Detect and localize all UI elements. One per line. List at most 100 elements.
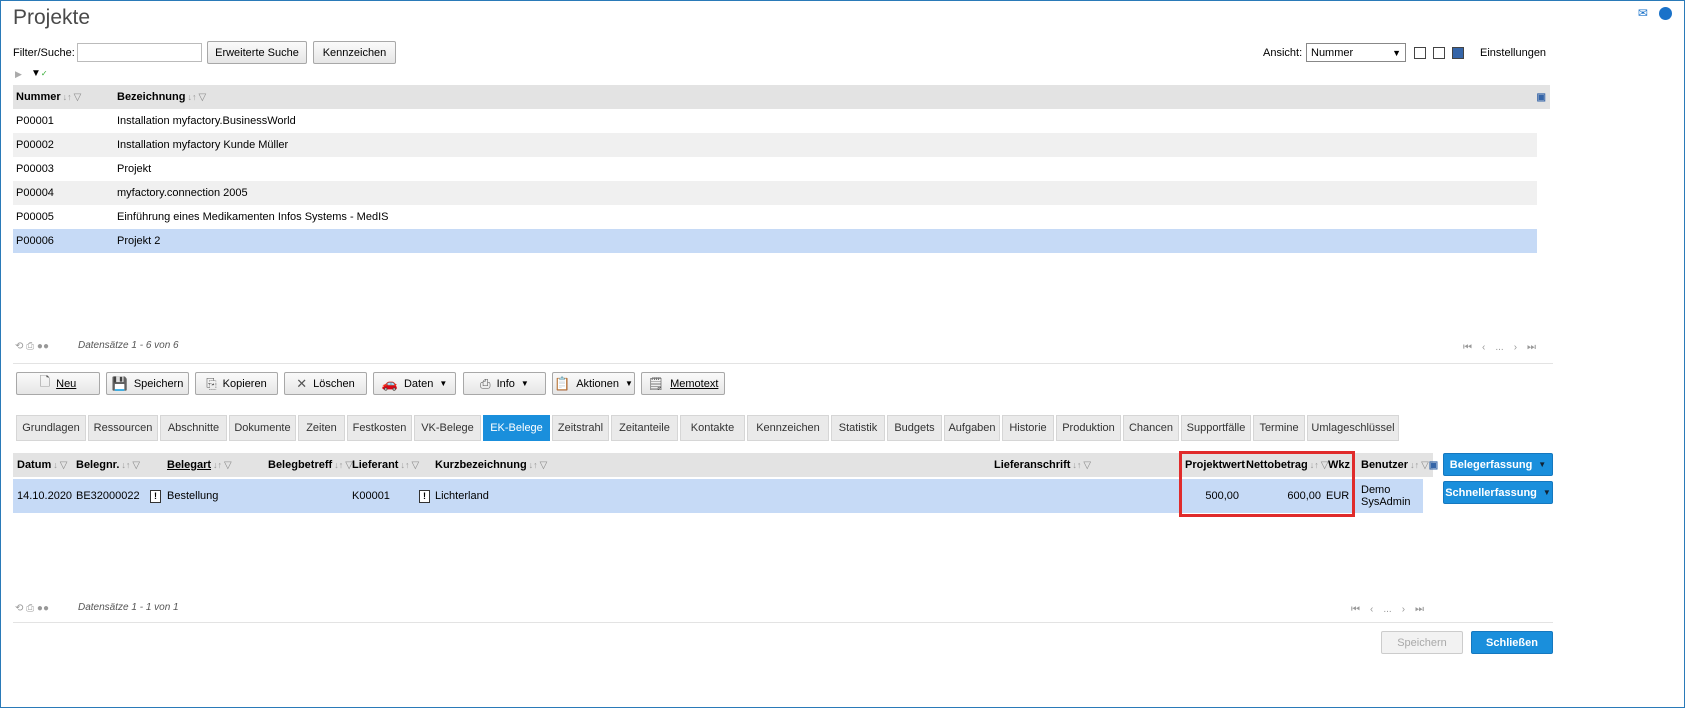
mail-icon[interactable]: ✉	[1638, 6, 1648, 20]
col-datum[interactable]: Datum ↓ ▽	[17, 459, 67, 471]
tags-button[interactable]: Kennzeichen	[313, 41, 396, 64]
tab-ek-belege[interactable]: EK-Belege	[483, 415, 550, 441]
copy-button[interactable]: ⎘ Kopieren	[195, 372, 278, 395]
floppy-icon: 💾	[111, 375, 128, 391]
filter-input[interactable]	[77, 43, 202, 62]
help-icon[interactable]: ?	[1659, 7, 1672, 20]
col-belegnr[interactable]: Belegnr. ↓↑ ▽	[76, 459, 140, 471]
delete-button[interactable]: ✕ Löschen	[284, 372, 367, 395]
close-icon: ✕	[296, 375, 308, 391]
tab-zeitstrahl[interactable]: Zeitstrahl	[552, 415, 609, 441]
memo-button[interactable]: 🗒 Memotext	[641, 372, 725, 395]
divider	[13, 622, 1553, 623]
filter-label: Filter/Suche:	[13, 47, 75, 59]
column-chooser-icon[interactable]: ▣	[1537, 92, 1546, 103]
projects-grid-header: Nummer ↓↑ ▽ Bezeichnung ↓↑ ▽ ▣	[13, 85, 1550, 109]
chevron-down-icon: ▼	[1392, 47, 1401, 58]
cell-nummer: P00003	[16, 163, 54, 175]
cell-bezeichnung: Projekt 2	[117, 235, 161, 247]
col-kurzbezeichnung[interactable]: Kurzbezeichnung ↓↑ ▽	[435, 459, 547, 471]
cell-nummer: P00001	[16, 115, 54, 127]
cell-belegart: Bestellung	[167, 490, 219, 502]
cell-nummer: P00002	[16, 139, 54, 151]
tab-kennzeichen[interactable]: Kennzeichen	[747, 415, 829, 441]
info-button[interactable]: ⎙ Info ▼	[463, 372, 546, 395]
col-nummer[interactable]: Nummer ↓↑ ▽	[16, 91, 81, 103]
tab-statistik[interactable]: Statistik	[831, 415, 885, 441]
column-chooser-icon[interactable]: ▣	[1429, 460, 1438, 471]
col-benutzer[interactable]: Benutzer ↓↑ ▽▣	[1361, 459, 1438, 471]
cell-nummer: P00005	[16, 211, 54, 223]
expand-icon[interactable]: ▶	[15, 69, 22, 80]
cell-bezeichnung: Einführung eines Medikamenten Infos Syst…	[117, 211, 389, 223]
tab-umlageschlüssel[interactable]: Umlageschlüssel	[1307, 415, 1399, 441]
quick-entry-button[interactable]: Schnellerfassung ▼	[1443, 481, 1553, 504]
clipboard-icon: 📋	[554, 375, 571, 391]
col-belegbetreff[interactable]: Belegbetreff ↓↑ ▽	[268, 459, 353, 471]
tab-ressourcen[interactable]: Ressourcen	[88, 415, 158, 441]
col-lieferanschrift[interactable]: Lieferanschrift ↓↑ ▽	[994, 459, 1091, 471]
save-button[interactable]: 💾 Speichern	[106, 372, 189, 395]
document-entry-button[interactable]: Belegerfassung ▼	[1443, 453, 1553, 476]
view-select-value: Nummer	[1311, 46, 1354, 59]
col-belegart[interactable]: Belegart ↓↑ ▽	[167, 459, 232, 471]
supplier-info-icon[interactable]: !	[419, 489, 430, 503]
view-label: Ansicht:	[1263, 47, 1303, 59]
page-title: Projekte	[13, 6, 91, 29]
tab-abschnitte[interactable]: Abschnitte	[160, 415, 227, 441]
tab-grundlagen[interactable]: Grundlagen	[16, 415, 86, 441]
advanced-search-button[interactable]: Erweiterte Suche	[207, 41, 307, 64]
actions-button[interactable]: 📋 Aktionen ▼	[552, 372, 635, 395]
tab-chancen[interactable]: Chancen	[1123, 415, 1179, 441]
close-button[interactable]: Schließen	[1471, 631, 1553, 654]
tab-supportfälle[interactable]: Supportfälle	[1181, 415, 1251, 441]
docs-pager[interactable]: ⏮ ‹... › ⏭	[1341, 603, 1424, 615]
tab-vk-belege[interactable]: VK-Belege	[414, 415, 481, 441]
table-row[interactable]: P00006 Projekt 2	[13, 229, 1537, 253]
tab-historie[interactable]: Historie	[1002, 415, 1054, 441]
footer-save-button[interactable]: Speichern	[1381, 631, 1463, 654]
new-button[interactable]: 🗋 Neu	[16, 372, 100, 395]
tab-produktion[interactable]: Produktion	[1056, 415, 1121, 441]
tab-budgets[interactable]: Budgets	[887, 415, 942, 441]
tab-termine[interactable]: Termine	[1253, 415, 1305, 441]
cell-benutzer: Demo SysAdmin	[1361, 484, 1411, 508]
tab-festkosten[interactable]: Festkosten	[347, 415, 412, 441]
top-icons: ✉ ?	[1630, 6, 1672, 20]
view-select[interactable]: Nummer ▼	[1306, 43, 1406, 62]
car-icon: 🚗	[381, 375, 398, 391]
cell-nummer: P00004	[16, 187, 54, 199]
tab-zeitanteile[interactable]: Zeitanteile	[611, 415, 678, 441]
filter-active-icon[interactable]: ▼✓	[31, 68, 48, 79]
table-row[interactable]: P00005 Einführung eines Medikamenten Info…	[13, 205, 1537, 229]
grid-tools-icons[interactable]: ⟲ ⎙ ●●	[15, 341, 49, 352]
cell-bezeichnung: Projekt	[117, 163, 152, 175]
table-row[interactable]: P00001 Installation myfactory.BusinessWor…	[13, 109, 1537, 133]
divider	[13, 363, 1553, 364]
view-large-icon[interactable]	[1452, 47, 1464, 59]
tab-zeiten[interactable]: Zeiten	[298, 415, 345, 441]
tab-aufgaben[interactable]: Aufgaben	[944, 415, 1000, 441]
settings-link[interactable]: Einstellungen	[1480, 47, 1546, 59]
note-icon: 🗒	[647, 375, 665, 391]
table-row[interactable]: P00002 Installation myfactory Kunde Mülle…	[13, 133, 1537, 157]
document-icon: 🗋	[39, 373, 51, 389]
col-bezeichnung[interactable]: Bezeichnung ↓↑ ▽	[117, 91, 206, 103]
printer-icon: ⎙	[480, 375, 491, 391]
col-lieferant[interactable]: Lieferant ↓↑ ▽	[352, 459, 419, 471]
view-medium-icon[interactable]	[1433, 47, 1445, 59]
tab-dokumente[interactable]: Dokumente	[229, 415, 296, 441]
projects-status: Datensätze 1 - 6 von 6	[78, 340, 179, 351]
projects-pager[interactable]: ⏮ ‹... › ⏭	[1453, 341, 1536, 353]
data-button[interactable]: 🚗 Daten ▼	[373, 372, 456, 395]
copy-icon: ⎘	[206, 375, 217, 391]
cell-datum: 14.10.2020	[17, 490, 73, 502]
belegart-info-icon[interactable]: !	[150, 489, 161, 503]
view-small-icon[interactable]	[1414, 47, 1426, 59]
tab-kontakte[interactable]: Kontakte	[680, 415, 745, 441]
cell-bezeichnung: myfactory.connection 2005	[117, 187, 248, 199]
table-row[interactable]: P00003 Projekt	[13, 157, 1537, 181]
table-row[interactable]: P00004 myfactory.connection 2005	[13, 181, 1537, 205]
docs-grid-tools-icons[interactable]: ⟲ ⎙ ●●	[15, 603, 49, 614]
cell-nummer: P00006	[16, 235, 54, 247]
